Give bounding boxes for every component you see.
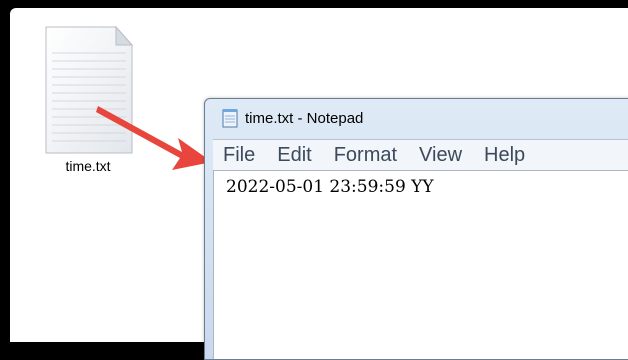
window-title: time.txt - Notepad [245, 109, 364, 127]
notepad-icon [222, 109, 238, 128]
menu-format[interactable]: Format [324, 140, 409, 170]
editor-content: 2022-05-01 23:59:59 YY [226, 177, 434, 197]
text-editor-area[interactable]: 2022-05-01 23:59:59 YY [213, 170, 628, 359]
menu-file[interactable]: File [213, 140, 267, 170]
notepad-window[interactable]: time.txt - Notepad File Edit Format View… [204, 98, 628, 360]
menu-view[interactable]: View [409, 140, 474, 170]
desktop: time.txt time.txt - Notepad File Edit Fo… [10, 8, 628, 360]
red-arrow-icon [96, 106, 212, 170]
menu-edit[interactable]: Edit [267, 140, 323, 170]
menu-bar: File Edit Format View Help [213, 139, 628, 170]
notepad-titlebar[interactable]: time.txt - Notepad [205, 99, 628, 137]
menu-help[interactable]: Help [474, 140, 537, 170]
